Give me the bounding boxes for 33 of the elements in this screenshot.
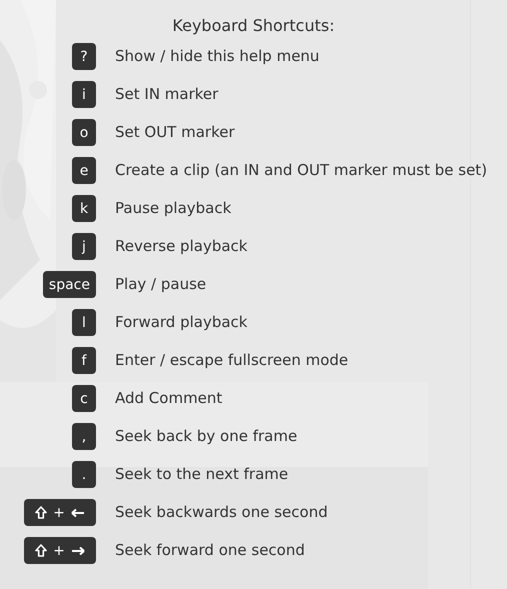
key-cap: + [24,499,96,526]
key-cap: l [72,309,96,336]
shortcut-description: Create a clip (an IN and OUT marker must be set) [115,160,488,181]
shift-icon [35,544,48,557]
shortcut-description: Add Comment [115,388,222,409]
right-arrow-icon [70,546,85,556]
shortcut-description: Reverse playback [115,236,248,257]
key-cap: i [72,81,96,108]
shortcut-description: Set IN marker [115,84,218,105]
key-cap: ? [72,43,96,70]
key-cap: c [72,385,96,412]
key-cap: k [72,195,96,222]
shortcut-description: Play / pause [115,274,206,295]
left-arrow-icon [70,508,85,518]
help-title: Keyboard Shortcuts: [172,16,335,35]
shortcut-description: Show / hide this help menu [115,46,320,67]
shortcut-description: Set OUT marker [115,122,235,143]
shortcut-description: Seek back by one frame [115,426,298,447]
key-cap: space [42,271,96,298]
key-cap: f [72,347,96,374]
key-cap: j [72,233,96,260]
shortcut-description: Forward playback [115,312,248,333]
key-cap: e [72,157,96,184]
shortcut-description: Seek backwards one second [115,502,328,523]
key-cap: . [72,461,96,488]
key-cap: + [24,537,96,564]
shortcut-description: Pause playback [115,198,232,219]
shift-icon [35,506,48,519]
shortcut-description: Seek to the next frame [115,464,288,485]
key-cap: , [72,423,96,450]
key-cap: o [72,119,96,146]
shortcut-description: Enter / escape fullscreen mode [115,350,348,371]
shortcut-description: Seek forward one second [115,540,305,561]
